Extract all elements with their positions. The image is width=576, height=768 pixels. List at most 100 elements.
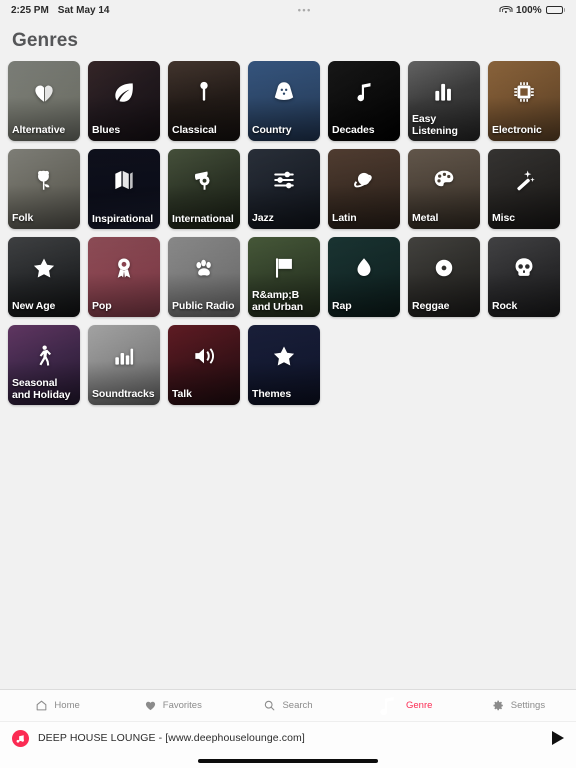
genre-tile[interactable]: Metal [408,149,480,229]
genre-tile[interactable]: International [168,149,240,229]
genre-grid: Alternative Blues Classical Country Decades E… [0,61,576,405]
genre-tile-label: Blues [92,123,121,136]
genre-tile[interactable]: Misc [488,149,560,229]
palette-icon [408,165,480,195]
genre-tile[interactable]: Jazz [248,149,320,229]
skull-icon [488,253,560,283]
now-playing-bar[interactable]: DEEP HOUSE LOUNGE - [www.deephouselounge… [0,721,576,754]
speaker-waves-icon [168,341,240,371]
genre-tile-label: Electronic [492,123,542,136]
genre-tile[interactable]: Rock [488,237,560,317]
battery-full-icon [545,5,565,15]
home-indicator [0,754,576,768]
status-center: ••• [110,5,501,15]
genre-tile-label: Misc [492,211,515,224]
vinyl-record-icon [408,253,480,283]
genre-tile[interactable]: Alternative [8,61,80,141]
cpu-chip-icon [488,77,560,107]
battery-percent-label: 100% [516,4,542,16]
tab-label: Home [54,700,80,711]
genre-tile[interactable]: Classical [168,61,240,141]
genre-tile-label: Talk [172,387,192,400]
genre-tile[interactable]: Folk [8,149,80,229]
genre-tile-label: Seasonal and Holiday [12,377,71,401]
genre-tile[interactable]: Electronic [488,61,560,141]
tab-genre[interactable]: Genre [346,693,461,719]
cowboy-hat-icon [248,77,320,107]
genre-tile-label: Jazz [252,211,274,224]
sliders-icon [248,165,320,195]
genre-tile-label: Country [252,123,292,136]
star-icon [248,341,320,371]
genre-tile[interactable]: Soundtracks [88,325,160,405]
play-icon [552,731,564,745]
genre-tile-label: Soundtracks [92,387,155,400]
genre-tile-label: Rap [332,299,352,312]
genre-tile[interactable]: Public Radio [168,237,240,317]
status-left: 2:25 PM Sat May 14 [11,5,110,16]
genre-tile[interactable]: Rap [328,237,400,317]
rose-icon [8,165,80,195]
genre-tile[interactable]: Blues [88,61,160,141]
award-rosette-icon [88,253,160,283]
genre-tile-label: Easy Listening [412,113,458,137]
genre-tile-label: Alternative [12,123,66,136]
leaf-icon [88,77,160,107]
tab-home[interactable]: Home [0,699,115,712]
status-bar: 2:25 PM Sat May 14 ••• 100% [0,0,576,20]
tab-settings[interactable]: Settings [461,699,576,712]
music-note-icon [374,693,400,719]
genre-tile[interactable]: Inspirational [88,149,160,229]
tab-label: Search [282,700,313,711]
paw-print-icon [168,253,240,283]
genre-tile-label: Pop [92,299,112,312]
now-playing-title: DEEP HOUSE LOUNGE - [www.deephouselounge… [38,732,305,744]
genre-tile[interactable]: Easy Listening [408,61,480,141]
page-title: Genres [12,30,79,51]
walking-person-icon [8,341,80,371]
map-icon [88,165,160,195]
genre-tile[interactable]: Talk [168,325,240,405]
status-date: Sat May 14 [57,4,110,16]
music-note-icon [328,77,400,107]
genre-tile[interactable]: Themes [248,325,320,405]
genre-grid-scroll: Alternative Blues Classical Country Decades E… [0,61,576,689]
genre-tile-label: Folk [12,211,34,224]
music-app-icon [12,729,29,747]
genre-tile-label: International [172,212,234,225]
genre-tile[interactable]: Country [248,61,320,141]
genre-tile[interactable]: R&amp;B and Urban [248,237,320,317]
star-icon [8,253,80,283]
tab-bar: Home Favorites Search Genre Settings [0,689,576,721]
tab-label: Settings [510,700,546,711]
genre-tile-label: Public Radio [172,299,235,312]
genre-tile-label: Classical [172,123,217,136]
tab-favorites[interactable]: Favorites [115,699,230,712]
genre-tile-label: R&amp;B and Urban [252,289,304,313]
genre-tile-label: New Age [12,299,56,312]
flame-drop-icon [328,253,400,283]
heart-icon [144,699,157,712]
genre-tile[interactable]: Latin [328,149,400,229]
tab-search[interactable]: Search [230,699,345,712]
genre-tile[interactable]: Reggae [408,237,480,317]
home-icon [35,699,48,712]
planet-icon [328,165,400,195]
genre-tile-label: Rock [492,299,518,312]
genre-tile-label: Themes [252,387,292,400]
bar-chart-icon [88,341,160,371]
status-time: 2:25 PM [11,4,49,16]
status-right: 100% [499,4,565,16]
genre-tile-label: Latin [332,211,357,224]
genre-tile[interactable]: Seasonal and Holiday [8,325,80,405]
genre-tile[interactable]: New Age [8,237,80,317]
genre-tile[interactable]: Decades [328,61,400,141]
genre-tile[interactable]: Pop [88,237,160,317]
play-button[interactable] [542,731,564,745]
magic-wand-icon [488,165,560,195]
tab-label: Favorites [162,700,202,711]
search-icon [263,699,276,712]
music-pin-icon [168,77,240,107]
wifi-icon [499,5,513,15]
genre-tile-label: Metal [412,211,439,224]
